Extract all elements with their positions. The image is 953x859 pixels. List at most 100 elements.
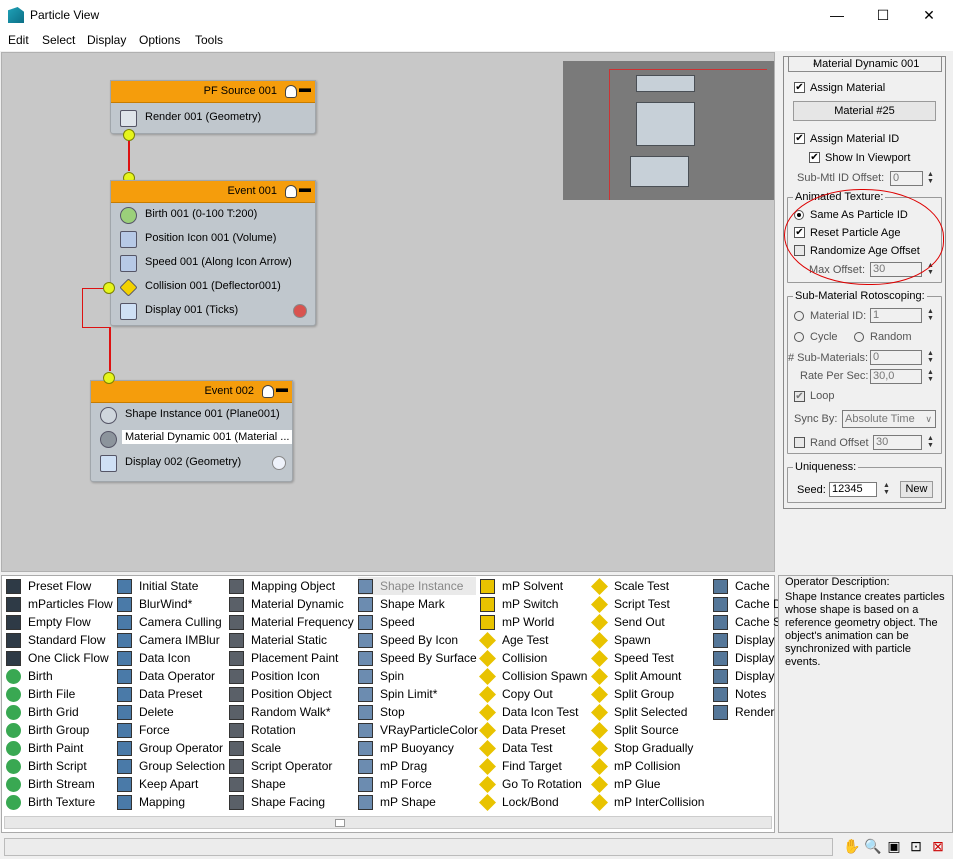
collapse-icon[interactable]: ▬ (299, 81, 311, 95)
depot-item-label: Material Dynamic (251, 597, 344, 611)
operator-icon (117, 759, 132, 774)
assign-material-id-checkbox[interactable]: ✔ (794, 133, 805, 144)
submtl-offset-field[interactable]: 0 (890, 171, 923, 186)
operator-icon (229, 615, 244, 630)
operator-icon (358, 705, 373, 720)
operator-icon (713, 615, 728, 630)
material-button[interactable]: Material #25 (793, 101, 936, 121)
navigator-node (636, 102, 695, 146)
rollout-title[interactable]: - Material Dynamic 001 (788, 56, 942, 72)
depot-item-label: Preset Flow (28, 579, 92, 593)
sync-by-dropdown[interactable]: Absolute Time ∨ (842, 410, 936, 428)
loop-checkbox[interactable]: ✔ (794, 391, 805, 402)
operator-display[interactable]: Display 001 (Ticks) (111, 299, 315, 323)
maximize-button[interactable]: ☐ (860, 0, 906, 30)
depot-item-label: Scale Test (614, 579, 670, 593)
depot-item-label: BlurWind* (139, 597, 193, 611)
event-header[interactable]: Event 001 ▬ (111, 181, 315, 203)
operator-icon (358, 795, 373, 810)
operator-icon (117, 651, 132, 666)
collapse-icon[interactable]: ▬ (276, 381, 288, 395)
lightbulb-icon[interactable] (285, 85, 297, 98)
depot-item-label: Birth Texture (28, 795, 96, 809)
spinner-icon[interactable]: ▲ ▼ (926, 308, 935, 323)
spinner-icon[interactable]: ▲ ▼ (926, 350, 935, 365)
depot-item-label: Age Test (502, 633, 549, 647)
operator-icon (229, 741, 244, 756)
operator-icon (6, 633, 21, 648)
operator-icon (117, 705, 132, 720)
spinner-icon[interactable]: ▲ ▼ (926, 435, 935, 450)
depot-item-label: mP InterCollision (614, 795, 705, 809)
collision-test-icon (119, 278, 138, 297)
lightbulb-icon[interactable] (262, 385, 274, 398)
depot-item[interactable]: Shape Instance (358, 577, 476, 595)
event-002[interactable]: Event 002 ▬ Shape Instance 001 (Plane001… (90, 380, 293, 482)
zoom-region-icon[interactable]: ▣ (886, 838, 902, 854)
output-port[interactable] (103, 282, 115, 294)
output-port[interactable] (123, 129, 135, 141)
operator-label: Display 001 (Ticks) (145, 304, 239, 316)
description-text: Shape Instance creates particles whose s… (785, 591, 945, 668)
depot-scrollbar[interactable] (4, 816, 772, 829)
operator-icon (229, 723, 244, 738)
rate-per-sec-field[interactable]: 30,0 (870, 369, 922, 384)
lightbulb-icon[interactable] (285, 185, 297, 198)
material-id-field[interactable]: 1 (870, 308, 922, 323)
close-button[interactable]: ✕ (906, 0, 952, 30)
menu-edit[interactable]: Edit (8, 33, 29, 47)
num-submaterials-field[interactable]: 0 (870, 350, 922, 365)
spinner-icon[interactable]: ▲ ▼ (882, 482, 891, 497)
random-radio[interactable] (854, 332, 864, 342)
pan-hand-icon[interactable]: ✋ (843, 838, 860, 854)
operator-birth[interactable]: Birth 001 (0-100 T:200) (111, 203, 315, 227)
depot-item-label: Shape Instance (380, 579, 464, 593)
event-header[interactable]: Event 002 ▬ (91, 381, 292, 403)
speed-icon (120, 255, 137, 272)
display-color-swatch[interactable] (272, 456, 286, 470)
minimize-button[interactable]: — (814, 0, 860, 30)
operator-position-icon[interactable]: Position Icon 001 (Volume) (111, 227, 315, 251)
depot-item-label: Standard Flow (28, 633, 106, 647)
spinner-icon[interactable]: ▲ ▼ (926, 171, 935, 186)
new-seed-button[interactable]: New (900, 481, 933, 498)
display-color-swatch[interactable] (293, 304, 307, 318)
show-in-viewport-checkbox[interactable]: ✔ (809, 152, 820, 163)
wire (109, 327, 111, 371)
menu-tools[interactable]: Tools (195, 33, 223, 47)
menu-display[interactable]: Display (87, 33, 126, 47)
spinner-icon[interactable]: ▲ ▼ (926, 369, 935, 384)
operator-speed[interactable]: Speed 001 (Along Icon Arrow) (111, 251, 315, 275)
depot-item-label: mP Shape (380, 795, 436, 809)
operator-label: Material Dynamic 001 (Material ... (122, 430, 293, 444)
operator-icon (6, 777, 21, 792)
operator-icon (480, 597, 495, 612)
operator-icon (358, 741, 373, 756)
scrollbar-thumb[interactable] (335, 819, 345, 827)
operator-display[interactable]: Display 002 (Geometry) (91, 451, 292, 475)
zoom-extents-icon[interactable]: ⊡ (908, 838, 924, 854)
cycle-radio[interactable] (794, 332, 804, 342)
zoom-icon[interactable]: 🔍 (864, 838, 881, 854)
rand-offset-field[interactable]: 30 (873, 435, 922, 450)
event-001[interactable]: Event 001 ▬ Birth 001 (0-100 T:200) Posi… (110, 180, 316, 326)
assign-material-checkbox[interactable]: ✔ (794, 82, 805, 93)
operator-icon (358, 597, 373, 612)
collapse-icon[interactable]: ▬ (299, 181, 311, 195)
menu-select[interactable]: Select (42, 33, 75, 47)
input-port[interactable] (103, 372, 115, 384)
depot-item-label: Split Amount (614, 669, 682, 683)
operator-material-dynamic[interactable]: Material Dynamic 001 (Material ... (91, 427, 293, 451)
no-zoom-icon[interactable]: ⊠ (930, 838, 946, 854)
menu-options[interactable]: Options (139, 33, 180, 47)
operator-collision[interactable]: Collision 001 (Deflector001) (111, 275, 315, 299)
seed-field[interactable]: 12345 (829, 482, 877, 497)
event-header[interactable]: PF Source 001 ▬ (111, 81, 315, 103)
depot-item-label: Keep Apart (139, 777, 199, 791)
operator-render[interactable]: Render 001 (Geometry) (111, 106, 315, 130)
material-id-radio[interactable] (794, 311, 804, 321)
operator-shape-instance[interactable]: Shape Instance 001 (Plane001) (91, 403, 292, 427)
event-pf-source[interactable]: PF Source 001 ▬ Render 001 (Geometry) (110, 80, 316, 134)
operator-icon (6, 705, 21, 720)
rand-offset-checkbox[interactable] (794, 437, 805, 448)
